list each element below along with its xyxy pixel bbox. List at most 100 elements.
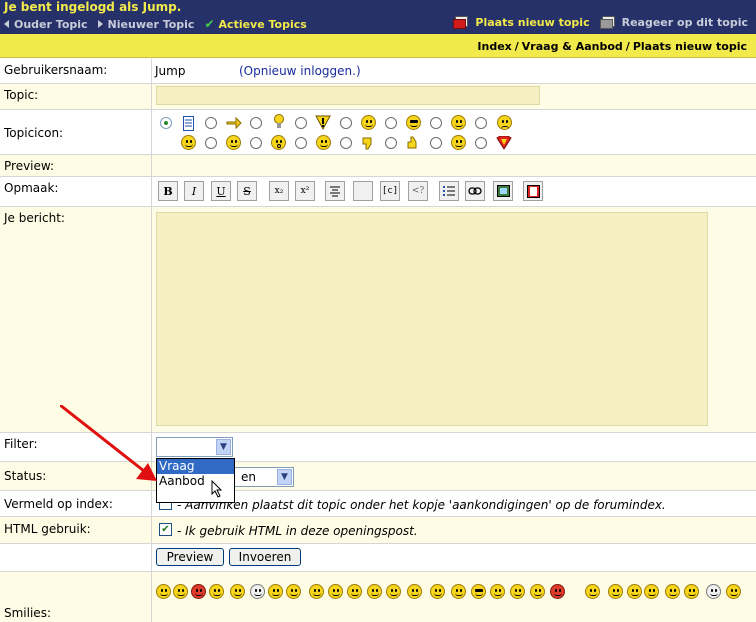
italic-button[interactable]: I [184,181,204,201]
topicicon-radio-4[interactable] [295,117,307,129]
buttons-row: Preview Invoeren [0,544,756,572]
smiley-icon[interactable] [209,584,224,599]
newer-topic-link[interactable]: Nieuwer Topic [97,18,194,31]
topic-input[interactable] [156,86,540,105]
cool-smiley-icon[interactable] [471,584,486,599]
link-button[interactable] [465,181,485,201]
html-use-checkbox[interactable]: ✔ [159,523,172,536]
topicicon-radio-14[interactable] [430,137,442,149]
smiley-icon[interactable] [173,584,188,599]
strikethrough-button[interactable]: S [237,181,257,201]
smiley-icon[interactable] [156,584,171,599]
topicicon-radio-1[interactable] [160,117,172,129]
smiley-icon[interactable] [407,584,422,599]
index-mention-text: - Aanvinken plaatst dit topic onder het … [177,498,666,512]
smiley-icon[interactable] [451,584,466,599]
topicicon-radio-5[interactable] [340,117,352,129]
document-icon [180,115,196,131]
username-label: Gebruikersnaam: [0,59,152,83]
list-icon [443,186,455,196]
smiley-icon[interactable] [328,584,343,599]
username-row: Gebruikersnaam: Jump (Opnieuw inloggen.) [0,59,756,84]
breadcrumb-index[interactable]: Index [477,40,511,53]
username-value: Jump [155,64,186,78]
smiley-icon[interactable] [644,584,659,599]
html-use-text: - Ik gebruik HTML in deze openingspost. [177,524,418,538]
superscript-button[interactable]: x² [295,181,315,201]
topicicon-radio-8[interactable] [475,117,487,129]
code-button[interactable]: [c] [380,181,400,201]
chevron-right-icon [97,20,103,28]
topicicon-radio-7[interactable] [430,117,442,129]
topicicon-radio-9[interactable] [205,137,217,149]
top-bar: Je bent ingelogd als Jump. Ouder Topic N… [0,0,756,34]
preview-button[interactable]: Preview [156,548,224,566]
topicicon-radio-11[interactable] [295,137,307,149]
align-center-button[interactable] [325,181,345,201]
list-button[interactable] [439,181,459,201]
format-label: Opmaak: [0,177,152,206]
message-textarea[interactable] [156,212,708,426]
smiley-icon[interactable] [367,584,382,599]
topicicon-radio-10[interactable] [250,137,262,149]
blank-format-button[interactable] [353,181,373,201]
html-button[interactable]: <? [408,181,428,201]
breadcrumb-forum[interactable]: Vraag & Aanbod [522,40,623,53]
topicicon-radio-2[interactable] [205,117,217,129]
cow-smiley-icon[interactable] [706,584,721,599]
chevron-left-icon [4,20,9,28]
html-use-label: HTML gebruik: [0,517,152,543]
chevron-down-icon[interactable]: ▼ [277,469,292,485]
ghost-smiley-icon[interactable] [250,584,265,599]
sad-smiley-icon [497,115,512,130]
older-topic-link[interactable]: Ouder Topic [4,18,88,31]
thumbs-up-icon [405,135,421,151]
topicicon-radio-3[interactable] [250,117,262,129]
smiley-icon[interactable] [286,584,301,599]
smiley-icon[interactable] [726,584,741,599]
image-button[interactable] [493,181,513,201]
smiley-icon[interactable] [230,584,245,599]
subscript-button[interactable]: x₂ [269,181,289,201]
preview-area [153,155,756,176]
topicicon-radio-6[interactable] [385,117,397,129]
smiley-icon[interactable] [627,584,642,599]
smiley-icon[interactable] [684,584,699,599]
devil-smiley-icon[interactable] [550,584,565,599]
smiley-icon[interactable] [608,584,623,599]
media-button[interactable] [523,181,543,201]
preview-label: Preview: [0,155,152,176]
smiley-icon[interactable] [347,584,362,599]
reply-topic-button[interactable]: Reageer op dit topic [599,16,748,29]
lightbulb-icon [271,114,287,130]
underline-button[interactable]: U [211,181,231,201]
thumbs-down-icon [360,135,376,151]
smiley-icon[interactable] [585,584,600,599]
relogin-link[interactable]: (Opnieuw inloggen.) [239,64,361,78]
cool-smiley-icon [406,115,421,130]
topic-label: Topic: [0,84,152,109]
smiley-icon[interactable] [268,584,283,599]
top-hat-smiley-icon[interactable] [665,584,680,599]
status-select-value: en [241,470,256,484]
topicicon-label: Topicicon: [0,110,152,154]
topicicon-radio-12[interactable] [340,137,352,149]
smiley-icon[interactable] [386,584,401,599]
topicicon-radio-15[interactable] [475,137,487,149]
login-message: Je bent ingelogd als Jump. [4,0,182,14]
breadcrumb: Index / Vraag & Aanbod / Plaats nieuw topic [0,34,756,58]
wink-smiley-icon [451,135,466,150]
chevron-down-icon[interactable]: ▼ [216,439,231,455]
bold-button[interactable]: B [158,181,178,201]
grin-smiley-icon [226,135,241,150]
new-topic-button[interactable]: Plaats nieuw topic [453,16,590,29]
smiley-icon[interactable] [530,584,545,599]
submit-button[interactable]: Invoeren [229,548,301,566]
topicicon-radio-13[interactable] [385,137,397,149]
smiley-icon[interactable] [490,584,505,599]
smiley-icon[interactable] [510,584,525,599]
smiley-icon[interactable] [430,584,445,599]
active-topics-link[interactable]: ✔ Actieve Topics [204,17,306,31]
angry-smiley-icon[interactable] [191,584,206,599]
smiley-icon[interactable] [309,584,324,599]
